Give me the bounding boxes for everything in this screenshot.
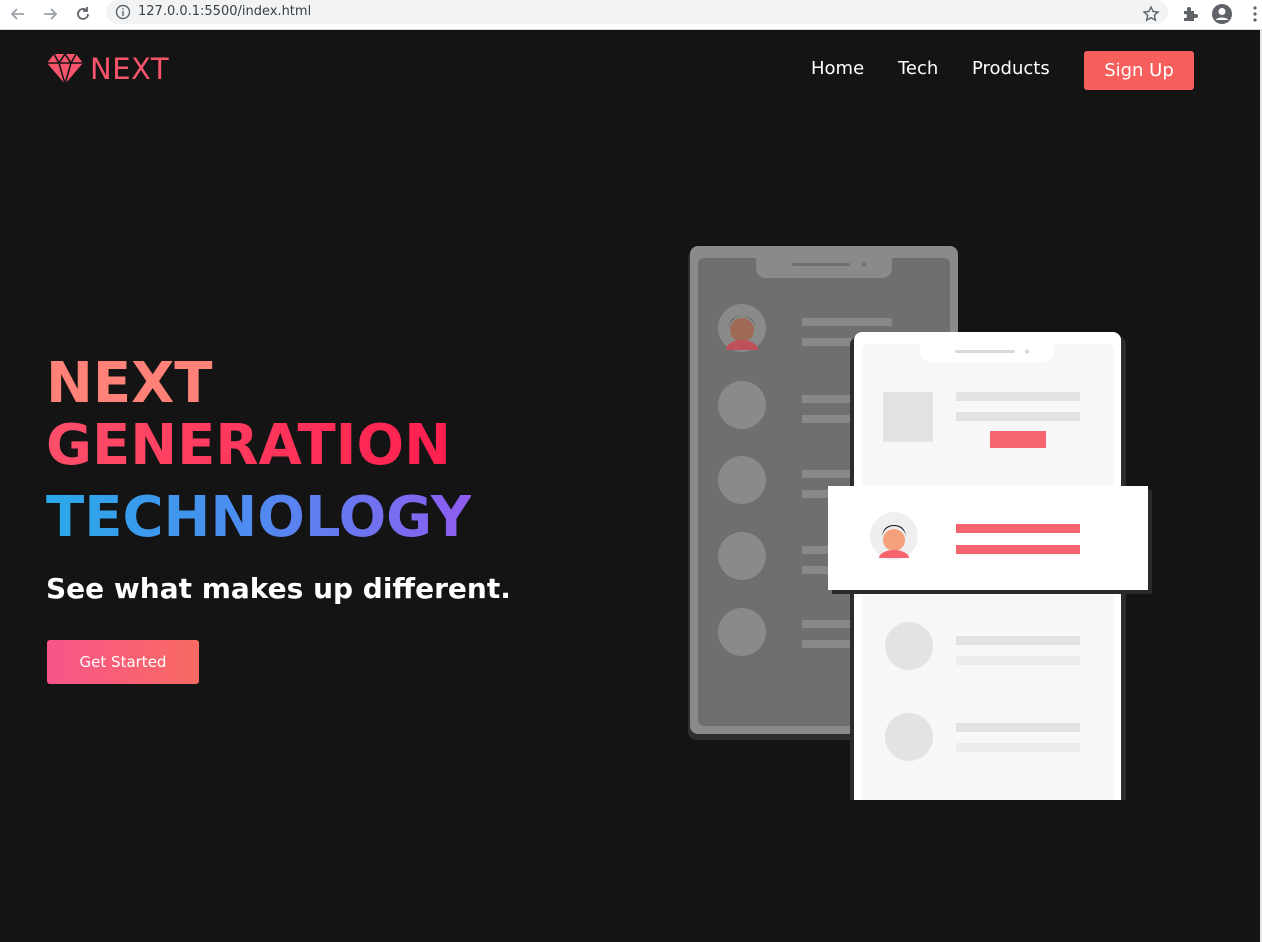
highlight-card (828, 486, 1152, 594)
diamond-icon (47, 52, 83, 86)
extensions-icon[interactable] (1178, 2, 1202, 26)
address-bar[interactable]: 127.0.0.1:5500/index.html (106, 0, 1168, 24)
signup-button[interactable]: Sign Up (1084, 51, 1194, 90)
page-content: NEXT Home Tech Products Sign Up NEXT GEN… (0, 30, 1260, 942)
menu-dots-icon[interactable] (1243, 2, 1262, 26)
hero-subtitle: See what makes up different. (46, 572, 511, 605)
forward-arrow-icon[interactable] (38, 2, 62, 26)
browser-toolbar: 127.0.0.1:5500/index.html (0, 0, 1262, 30)
phones-illustration (688, 246, 1152, 800)
hero-line-technology: TECHNOLOGY (46, 485, 472, 550)
back-arrow-icon[interactable] (6, 2, 30, 26)
hero-line-generation: GENERATION (46, 413, 451, 478)
hero-line-next: NEXT (46, 351, 213, 416)
url-text: 127.0.0.1:5500/index.html (138, 4, 312, 19)
star-icon[interactable] (1139, 2, 1163, 26)
nav-link-home[interactable]: Home (811, 58, 864, 79)
profile-icon[interactable] (1210, 2, 1234, 26)
brand-name: NEXT (90, 51, 170, 86)
brand-logo[interactable]: NEXT (46, 52, 169, 86)
nav-link-tech[interactable]: Tech (898, 58, 938, 79)
nav-link-products[interactable]: Products (972, 58, 1050, 79)
info-icon[interactable] (114, 3, 132, 21)
get-started-button[interactable]: Get Started (47, 640, 199, 684)
reload-icon[interactable] (71, 2, 95, 26)
